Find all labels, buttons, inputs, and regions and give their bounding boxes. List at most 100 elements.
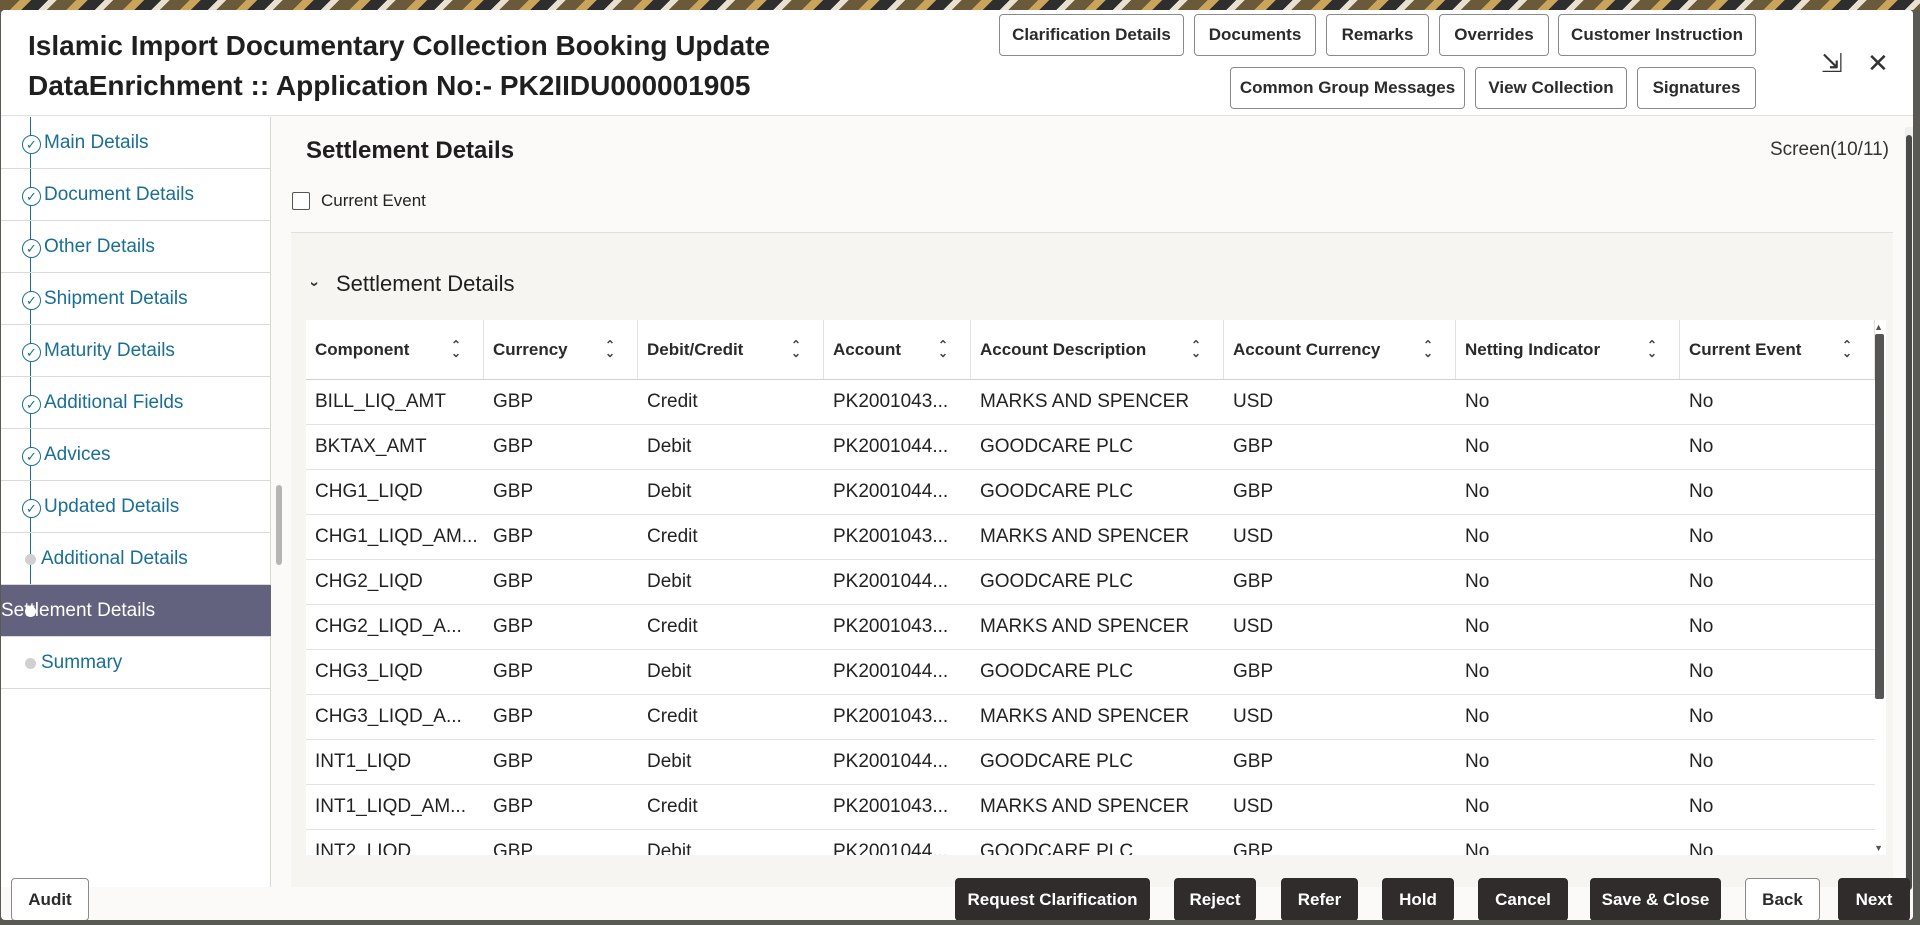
- table-cell: PK2001043...: [833, 391, 949, 412]
- column-header[interactable]: Account Description ⌃ ⌄: [971, 320, 1224, 379]
- table-cell: GBP: [493, 391, 534, 412]
- sort-icon[interactable]: ⌃ ⌄: [938, 339, 948, 359]
- sidebar-item-summary[interactable]: Summary: [1, 637, 271, 689]
- sidebar-item-updated-details[interactable]: ✓ Updated Details: [1, 481, 271, 533]
- column-header[interactable]: Netting Indicator ⌃ ⌄: [1456, 320, 1680, 379]
- cancel-button[interactable]: Cancel: [1478, 878, 1568, 920]
- sidebar-item-other-details[interactable]: ✓ Other Details: [1, 221, 271, 273]
- table-cell: GBP: [1233, 571, 1274, 592]
- chevron-down-icon[interactable]: ›: [306, 276, 323, 292]
- table-cell: GBP: [1233, 751, 1274, 772]
- table-scrollbar[interactable]: [1875, 334, 1884, 699]
- column-header-label: Currency: [493, 339, 568, 359]
- main-content: Settlement Details Screen(10/11) Current…: [273, 117, 1913, 887]
- check-circle-icon: ✓: [22, 395, 41, 414]
- clarification-details-button[interactable]: Clarification Details: [999, 14, 1184, 56]
- table-row[interactable]: CHG3_LIQD GBP Debit PK2001044... GOODCARE PL…: [306, 650, 1875, 695]
- table-cell: GOODCARE PLC: [980, 481, 1134, 502]
- scroll-up-icon[interactable]: ▲: [1874, 322, 1883, 332]
- next-button[interactable]: Next: [1838, 878, 1910, 920]
- table-row[interactable]: CHG1_LIQD GBP Debit PK2001044... GOODCARE PL…: [306, 470, 1875, 515]
- table-cell: MARKS AND SPENCER: [980, 616, 1190, 637]
- view-collection-button[interactable]: View Collection: [1475, 67, 1627, 109]
- table-cell: CHG3_LIQD_A...: [315, 706, 462, 727]
- minimize-icon[interactable]: ⇲: [1821, 50, 1843, 76]
- section-title: Settlement Details: [306, 137, 515, 164]
- table-row[interactable]: INT2_LIQD GBP Debit PK2001044... GOODCARE PL…: [306, 830, 1875, 855]
- sort-icon[interactable]: ⌃ ⌄: [1647, 339, 1657, 359]
- table-cell: PK2001044...: [833, 481, 949, 502]
- panel-header[interactable]: › Settlement Details: [306, 271, 515, 297]
- table-cell: GBP: [493, 526, 534, 547]
- overrides-button[interactable]: Overrides: [1439, 14, 1549, 56]
- table-row[interactable]: CHG1_LIQD_AM... GBP Credit PK2001043... MARK…: [306, 515, 1875, 560]
- sidebar-item-additional-fields[interactable]: ✓ Additional Fields: [1, 377, 271, 429]
- table-cell: GBP: [493, 751, 534, 772]
- column-header[interactable]: Debit/Credit ⌃ ⌄: [638, 320, 824, 379]
- signatures-button[interactable]: Signatures: [1637, 67, 1756, 109]
- column-header[interactable]: Account ⌃ ⌄: [824, 320, 971, 379]
- table-cell: No: [1465, 526, 1490, 547]
- table-row[interactable]: BILL_LIQ_AMT GBP Credit PK2001043... MARKS A…: [306, 380, 1875, 425]
- request-clarification-button[interactable]: Request Clarification: [955, 878, 1150, 920]
- save-close-button[interactable]: Save & Close: [1590, 878, 1721, 920]
- table-cell: CHG1_LIQD_AM...: [315, 526, 478, 547]
- table-cell: GBP: [493, 436, 534, 457]
- reject-button[interactable]: Reject: [1174, 878, 1256, 920]
- table-cell: No: [1465, 391, 1490, 412]
- table-row[interactable]: BKTAX_AMT GBP Debit PK2001044... GOODCARE PL…: [306, 425, 1875, 470]
- sort-icon[interactable]: ⌃ ⌄: [1191, 339, 1201, 359]
- sidebar-item-label: Shipment Details: [44, 287, 188, 309]
- remarks-button[interactable]: Remarks: [1326, 14, 1429, 56]
- main-scrollbar[interactable]: [1906, 135, 1912, 890]
- table-row[interactable]: INT1_LIQD GBP Debit PK2001044... GOODCARE PL…: [306, 740, 1875, 785]
- sidebar-item-additional-details[interactable]: Additional Details: [1, 533, 271, 585]
- scroll-down-icon[interactable]: ▼: [1874, 843, 1883, 853]
- column-header[interactable]: Currency ⌃ ⌄: [484, 320, 638, 379]
- sort-icon[interactable]: ⌃ ⌄: [791, 339, 801, 359]
- table-cell: GOODCARE PLC: [980, 661, 1134, 682]
- page-title-line2: DataEnrichment :: Application No:- PK2II…: [28, 70, 751, 101]
- sidebar-item-settlement-details[interactable]: Settlement Details: [1, 585, 271, 637]
- table-cell: GBP: [1233, 841, 1274, 855]
- table-cell: No: [1689, 841, 1714, 855]
- settlement-details-panel: › Settlement Details Component ⌃ ⌄ Currency…: [291, 232, 1893, 887]
- desktop-background-strip: [0, 0, 1920, 10]
- column-header[interactable]: Current Event ⌃ ⌄: [1680, 320, 1875, 379]
- table-cell: No: [1465, 661, 1490, 682]
- table-header-row: Component ⌃ ⌄ Currency ⌃ ⌄ Debit/Credit ⌃ ⌄ Accou…: [306, 320, 1875, 380]
- sidebar-item-maturity-details[interactable]: ✓ Maturity Details: [1, 325, 271, 377]
- sort-icon[interactable]: ⌃ ⌄: [451, 339, 461, 359]
- table-cell: Debit: [647, 481, 692, 502]
- sort-icon[interactable]: ⌃ ⌄: [1842, 339, 1852, 359]
- audit-button[interactable]: Audit: [11, 878, 89, 920]
- table-cell: No: [1689, 436, 1714, 457]
- sidebar-item-shipment-details[interactable]: ✓ Shipment Details: [1, 273, 271, 325]
- common-group-messages-button[interactable]: Common Group Messages: [1230, 67, 1465, 109]
- table-row[interactable]: INT1_LIQD_AM... GBP Credit PK2001043... MARK…: [306, 785, 1875, 830]
- column-header[interactable]: Component ⌃ ⌄: [306, 320, 484, 379]
- refer-button[interactable]: Refer: [1281, 878, 1358, 920]
- sidebar-item-advices[interactable]: ✓ Advices: [1, 429, 271, 481]
- sort-icon[interactable]: ⌃ ⌄: [605, 339, 615, 359]
- customer-instruction-button[interactable]: Customer Instruction: [1558, 14, 1756, 56]
- table-cell: PK2001044...: [833, 751, 949, 772]
- hold-button[interactable]: Hold: [1382, 878, 1454, 920]
- sort-icon[interactable]: ⌃ ⌄: [1423, 339, 1433, 359]
- current-event-checkbox[interactable]: [292, 192, 310, 210]
- close-icon[interactable]: ✕: [1867, 50, 1889, 76]
- table-row[interactable]: CHG2_LIQD_A... GBP Credit PK2001043... MARKS…: [306, 605, 1875, 650]
- column-header[interactable]: Account Currency ⌃ ⌄: [1224, 320, 1456, 379]
- column-header-label: Debit/Credit: [647, 339, 744, 359]
- table-row[interactable]: CHG3_LIQD_A... GBP Credit PK2001043... MARKS…: [306, 695, 1875, 740]
- action-footer: Audit Request Clarification Reject Refer…: [1, 878, 1913, 920]
- table-row[interactable]: CHG2_LIQD GBP Debit PK2001044... GOODCARE PL…: [306, 560, 1875, 605]
- documents-button[interactable]: Documents: [1194, 14, 1316, 56]
- sidebar-item-document-details[interactable]: ✓ Document Details: [1, 169, 271, 221]
- table-cell: No: [1689, 661, 1714, 682]
- sidebar-item-main-details[interactable]: ✓ Main Details: [1, 117, 271, 169]
- check-circle-icon: ✓: [22, 343, 41, 362]
- table-cell: No: [1689, 616, 1714, 637]
- back-button[interactable]: Back: [1745, 878, 1820, 920]
- step-dot-icon: [25, 658, 36, 669]
